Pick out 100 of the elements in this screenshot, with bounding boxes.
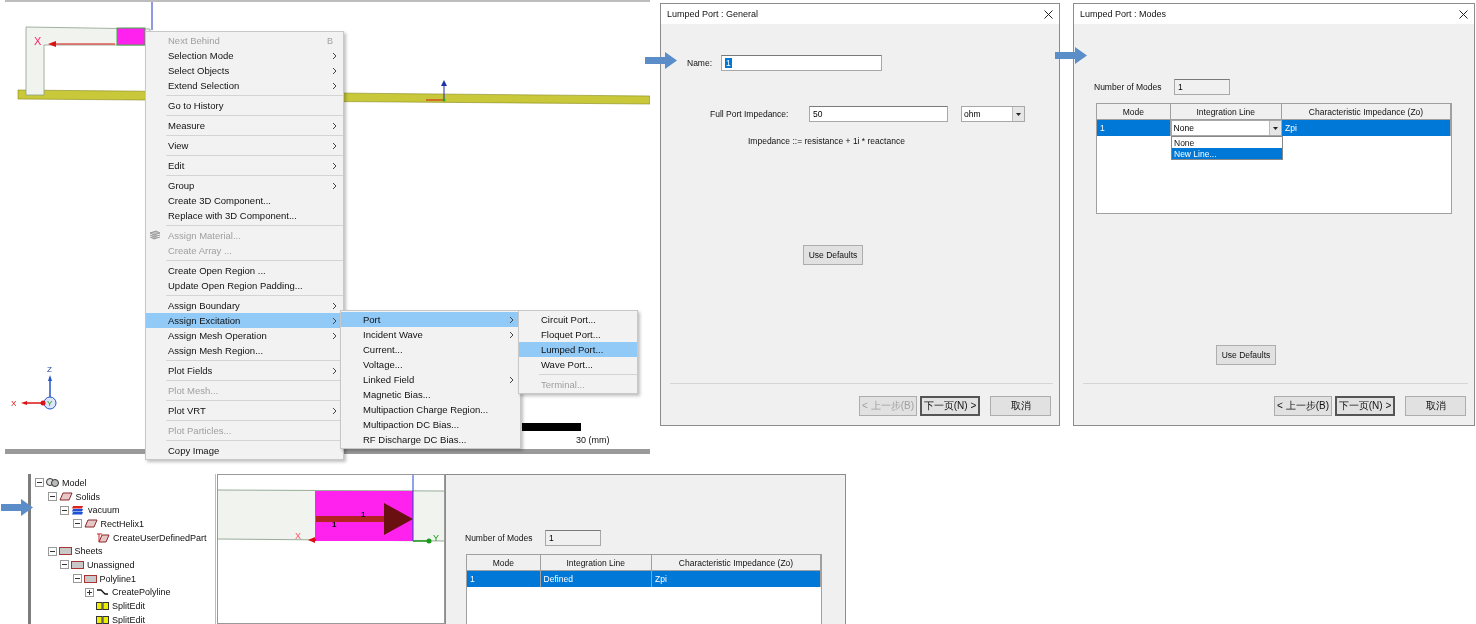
tree-item[interactable]: Sheets <box>35 544 215 559</box>
table-header-cell[interactable]: Characteristic Impedance (Zo) <box>651 555 821 571</box>
tree-item[interactable]: Solids <box>35 489 215 504</box>
wizard-button[interactable]: 取消 <box>1405 396 1466 416</box>
menu-item[interactable]: Create Open Region ... <box>146 263 343 278</box>
collapse-icon[interactable] <box>72 519 82 529</box>
menu-item[interactable]: Circuit Port... <box>519 312 637 327</box>
menu-item[interactable]: Multipaction Charge Region... <box>341 402 520 417</box>
table-cell: Defined <box>540 571 652 587</box>
axis-label: X <box>295 531 301 541</box>
menu-item[interactable]: Assign Mesh Region... <box>146 343 343 358</box>
collapse-icon[interactable] <box>47 492 57 502</box>
menu-item[interactable]: Measure <box>146 118 343 133</box>
wizard-button[interactable]: 下一页(N) > <box>1335 396 1395 416</box>
chevron-right-icon <box>332 181 337 190</box>
tree-item[interactable]: SplitEdit <box>35 599 215 613</box>
menu-item[interactable]: Assign Excitation <box>146 313 343 328</box>
menu-item[interactable]: Plot VRT <box>146 403 343 418</box>
arrow-icon <box>1 499 33 516</box>
menu-item[interactable]: Floquet Port... <box>519 327 637 342</box>
expand-icon[interactable] <box>85 587 94 597</box>
tree-item[interactable]: CreatePolyline <box>35 585 215 600</box>
tree-item[interactable]: vacuum <box>35 503 215 518</box>
scale-bar <box>522 423 581 431</box>
menu-item[interactable]: Voltage... <box>341 357 520 372</box>
collapse-icon[interactable] <box>47 546 57 556</box>
close-icon[interactable] <box>1044 9 1053 19</box>
collapse-icon[interactable] <box>60 505 69 515</box>
chevron-right-icon <box>509 375 514 384</box>
integration-line-dropdown[interactable]: None <box>1170 120 1282 136</box>
table-row[interactable]: 1 None Zpi <box>1097 120 1451 136</box>
sheet-icon <box>71 560 84 569</box>
use-defaults-button[interactable]: Use Defaults <box>1216 345 1276 365</box>
tree-item[interactable]: Model <box>35 476 215 490</box>
wizard-button[interactable]: 取消 <box>990 396 1051 416</box>
split-edit-icon <box>96 602 109 611</box>
collapse-icon[interactable] <box>60 560 69 570</box>
table-cell: 1 <box>467 571 541 587</box>
menu-item[interactable]: Go to History <box>146 98 343 113</box>
chevron-right-icon <box>332 406 337 415</box>
menu-item[interactable]: Copy Image <box>146 443 343 458</box>
formula-text: Impedance ::= resistance + 1i * reactance <box>748 136 906 146</box>
dialog-title: Lumped Port : General <box>667 9 759 19</box>
menu-item[interactable]: Assign Boundary <box>146 298 343 313</box>
dialog-title: Lumped Port : Modes <box>1080 9 1167 19</box>
menu-item[interactable]: Extend Selection <box>146 78 343 93</box>
layers-icon <box>71 505 85 516</box>
table-header-cell[interactable]: Integration Line <box>1170 104 1282 120</box>
menu-item[interactable]: Incident Wave <box>341 327 520 342</box>
tree-item[interactable]: RectHelix1 <box>35 517 215 531</box>
use-defaults-button[interactable]: Use Defaults <box>803 245 863 265</box>
tree-item[interactable]: CreateUserDefinedPart <box>35 530 215 545</box>
menu-item[interactable]: Assign Mesh Operation <box>146 328 343 343</box>
menu-item[interactable]: Plot Fields <box>146 363 343 378</box>
menu-item[interactable]: View <box>146 138 343 153</box>
name-field[interactable]: 1 <box>721 55 882 71</box>
impedance-field[interactable]: 50 <box>809 106 948 122</box>
table-row[interactable]: 1 Defined Zpi <box>467 571 821 587</box>
menu-item[interactable]: Multipaction DC Bias... <box>341 417 520 432</box>
wizard-button[interactable]: < 上一步(B) <box>1274 396 1332 416</box>
menu-item[interactable]: Select Objects <box>146 63 343 78</box>
tree-item[interactable]: SplitEdit <box>35 612 215 624</box>
menu-item[interactable]: Update Open Region Padding... <box>146 278 343 293</box>
menu-item[interactable]: Replace with 3D Component... <box>146 208 343 223</box>
menu-item[interactable]: Port <box>341 312 520 327</box>
tree-item[interactable]: Unassigned <box>35 558 215 572</box>
field-label: Number of Modes <box>465 533 534 543</box>
dropdown-option[interactable]: New Line... <box>1172 148 1282 159</box>
port-label: 1 <box>332 520 337 529</box>
modes-field[interactable]: 1 <box>545 530 601 546</box>
tree-item[interactable]: Polyline1 <box>35 571 215 586</box>
field-label: Name: <box>687 58 714 68</box>
wizard-button[interactable]: 下一页(N) > <box>920 396 980 416</box>
axis-label: Y <box>433 533 439 543</box>
menu-item[interactable]: Create 3D Component... <box>146 193 343 208</box>
modes-field[interactable]: 1 <box>1174 79 1230 95</box>
menu-item[interactable]: RF Discharge DC Bias... <box>341 432 520 447</box>
operation-icon <box>96 532 110 543</box>
menu-item[interactable]: Group <box>146 178 343 193</box>
menu-item[interactable]: Lumped Port... <box>519 342 637 357</box>
menu-item[interactable]: Selection Mode <box>146 48 343 63</box>
menu-item[interactable]: Current... <box>341 342 520 357</box>
menu-item[interactable]: Magnetic Bias... <box>341 387 520 402</box>
unit-dropdown[interactable]: ohm <box>961 106 1025 122</box>
table-header-cell[interactable]: Mode <box>1097 104 1171 120</box>
chevron-right-icon <box>332 141 337 150</box>
table-header-cell[interactable]: Integration Line <box>540 555 652 571</box>
model-icon <box>46 477 59 489</box>
menu-item[interactable]: Linked Field <box>341 372 520 387</box>
coordinate-axes-drawing <box>425 80 447 102</box>
menu-item[interactable]: Wave Port... <box>519 357 637 372</box>
scale-label: 30 (mm) <box>576 435 610 445</box>
close-icon[interactable] <box>1459 9 1468 19</box>
table-header-cell[interactable]: Mode <box>467 555 541 571</box>
table-cell: 1 <box>1097 120 1171 136</box>
collapse-icon[interactable] <box>72 574 82 584</box>
menu-item[interactable]: Edit <box>146 158 343 173</box>
table-cell: Zpi <box>651 571 821 587</box>
collapse-icon[interactable] <box>35 478 44 488</box>
table-header-cell[interactable]: Characteristic Impedance (Zo) <box>1281 104 1451 120</box>
